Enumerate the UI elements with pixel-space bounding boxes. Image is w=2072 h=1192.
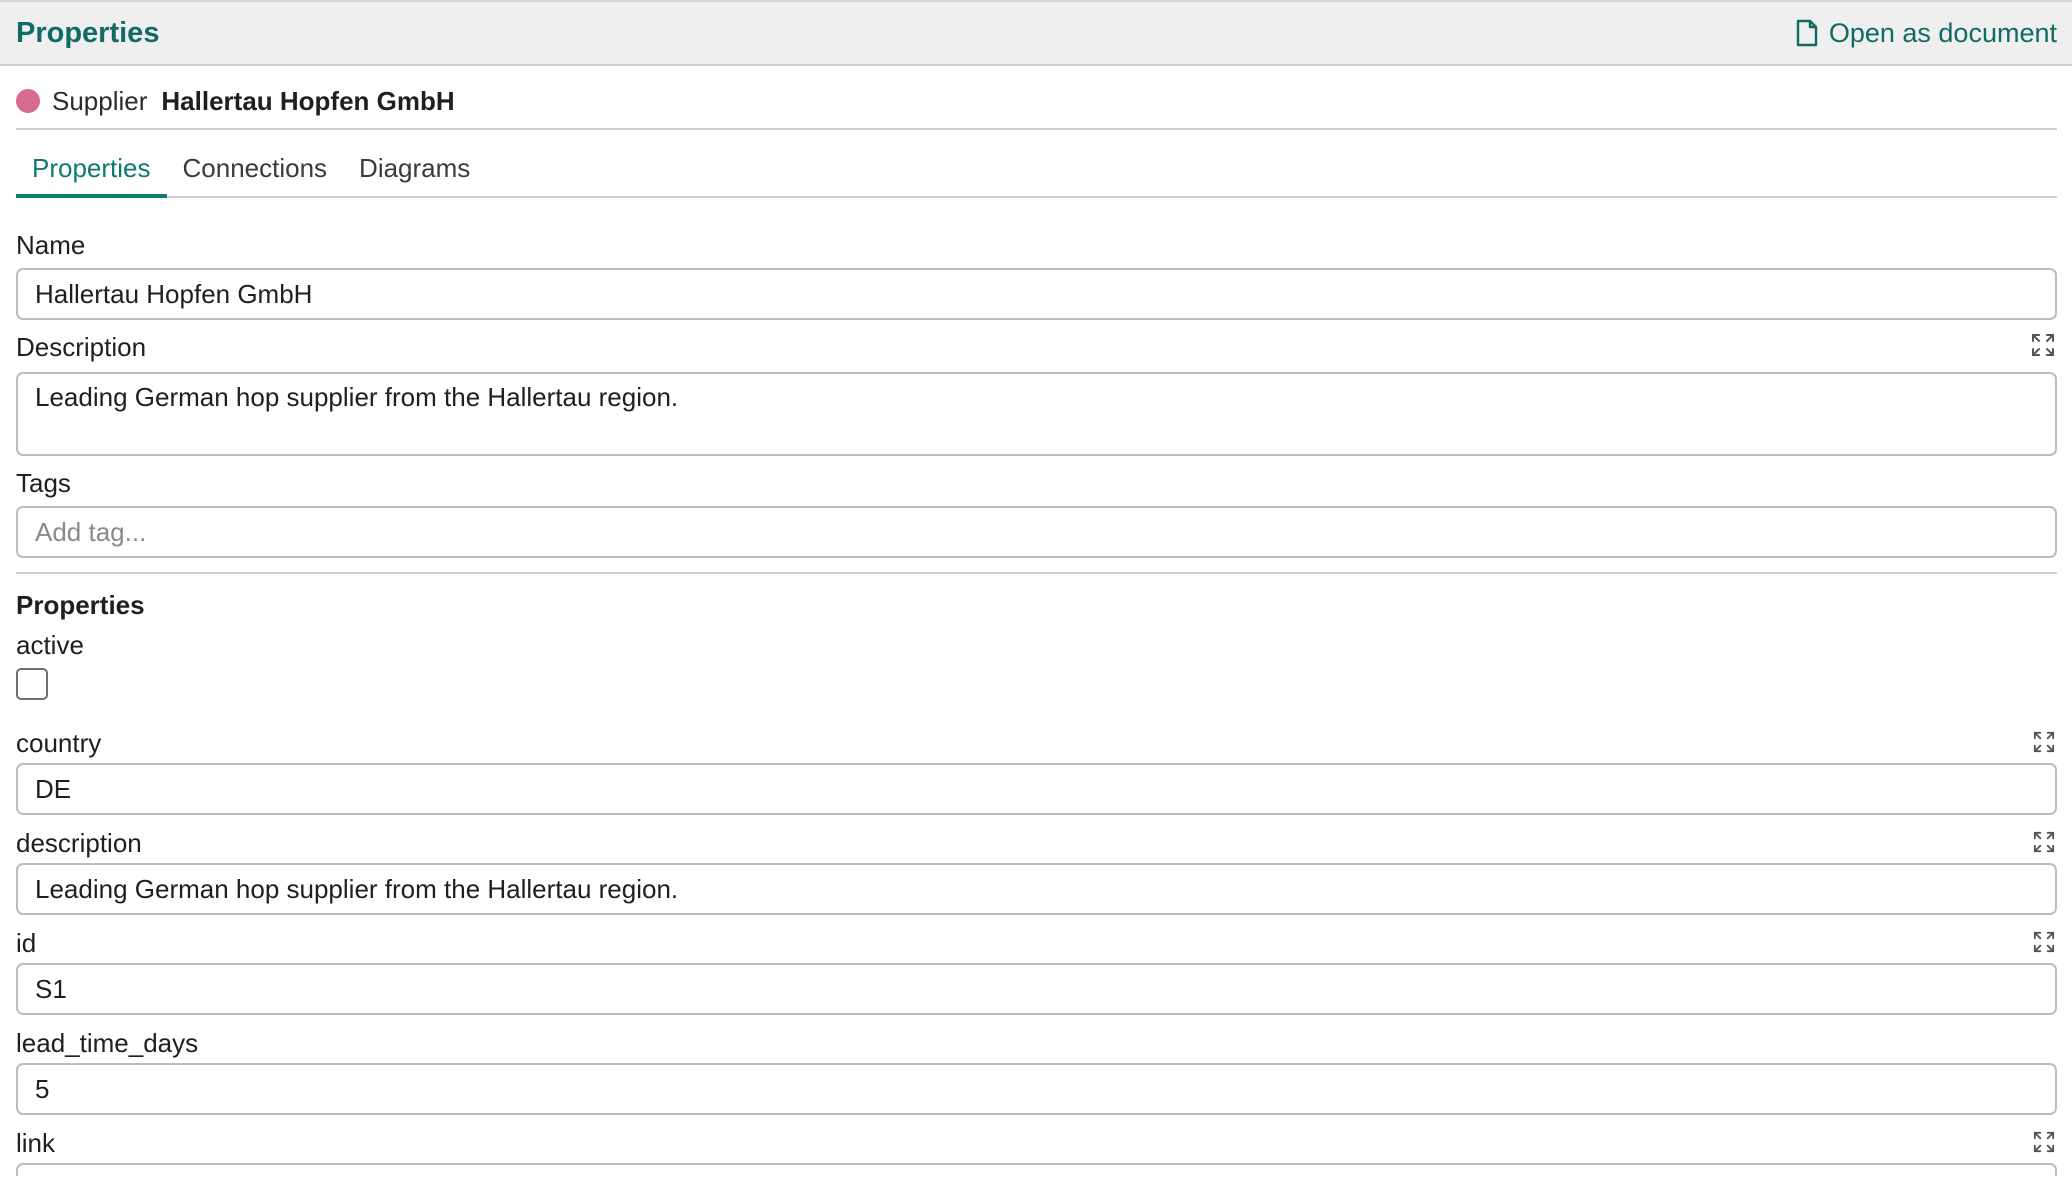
open-as-document-label: Open as document	[1828, 18, 2057, 48]
lead-time-days-input[interactable]: 5	[16, 1063, 2057, 1115]
active-label: active	[16, 630, 84, 660]
name-label: Name	[16, 230, 86, 260]
country-label: country	[16, 728, 102, 758]
link-label: link	[16, 1128, 56, 1158]
name-input[interactable]: Hallertau Hopfen GmbH	[16, 268, 2057, 320]
panel-title: Properties	[16, 17, 160, 49]
expand-icon[interactable]	[2033, 1131, 2055, 1153]
description-textarea[interactable]: Leading German hop supplier from the Hal…	[16, 372, 2057, 456]
document-icon	[1796, 19, 1818, 47]
divider	[16, 572, 2057, 574]
entity-type-dot	[16, 89, 40, 113]
entity-summary: Supplier Hallertau Hopfen GmbH	[16, 84, 455, 118]
tab-bar: Properties Connections Diagrams	[16, 130, 2057, 198]
expand-icon[interactable]	[2033, 731, 2055, 753]
tab-properties[interactable]: Properties	[16, 130, 167, 198]
entity-type: Supplier	[52, 85, 148, 116]
panel-header: Properties Open as document	[0, 0, 2072, 66]
country-input[interactable]: DE	[16, 763, 2057, 815]
tab-diagrams[interactable]: Diagrams	[343, 130, 486, 198]
open-as-document-button[interactable]: Open as document	[1795, 16, 2057, 50]
active-checkbox[interactable]	[16, 668, 48, 700]
expand-icon[interactable]	[2033, 831, 2055, 853]
tags-input[interactable]: Add tag...	[16, 506, 2057, 558]
property-description-label: description	[16, 828, 142, 858]
expand-icon[interactable]	[2031, 333, 2055, 357]
properties-panel: Supplier Hallertau Hopfen GmbH Propertie…	[16, 66, 2057, 1176]
property-description-input[interactable]: Leading German hop supplier from the Hal…	[16, 863, 2057, 915]
properties-section-title: Properties	[16, 590, 145, 620]
expand-icon[interactable]	[2033, 931, 2055, 953]
lead-time-days-label: lead_time_days	[16, 1028, 199, 1058]
tab-connections[interactable]: Connections	[167, 130, 344, 198]
id-label: id	[16, 928, 37, 958]
description-label: Description	[16, 332, 147, 362]
id-input[interactable]: S1	[16, 963, 2057, 1015]
link-input[interactable]	[16, 1163, 2057, 1176]
tags-label: Tags	[16, 468, 71, 498]
entity-name: Hallertau Hopfen GmbH	[161, 85, 455, 116]
